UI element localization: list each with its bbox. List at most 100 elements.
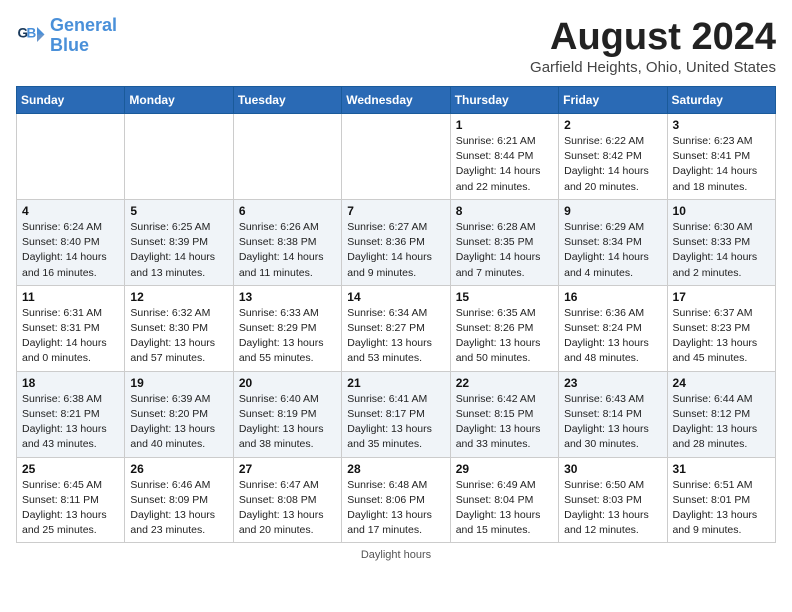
day-number: 28: [347, 462, 444, 476]
calendar-week-row: 1 Sunrise: 6:21 AMSunset: 8:44 PMDaylight…: [17, 114, 776, 200]
calendar-cell: 29 Sunrise: 6:49 AMSunset: 8:04 PMDayligh…: [450, 457, 558, 543]
calendar-cell: [17, 114, 125, 200]
day-number: 31: [673, 462, 770, 476]
day-number: 6: [239, 204, 336, 218]
calendar-cell: 17 Sunrise: 6:37 AMSunset: 8:23 PMDayligh…: [667, 285, 775, 371]
day-info: Sunrise: 6:46 AMSunset: 8:09 PMDaylight:…: [130, 478, 227, 539]
calendar-cell: 13 Sunrise: 6:33 AMSunset: 8:29 PMDayligh…: [233, 285, 341, 371]
day-info: Sunrise: 6:34 AMSunset: 8:27 PMDaylight:…: [347, 306, 444, 367]
calendar-week-row: 25Sunrise: 6:45 AMSunset: 8:11 PMDayligh…: [17, 457, 776, 543]
calendar-cell: 6 Sunrise: 6:26 AMSunset: 8:38 PMDaylight…: [233, 199, 341, 285]
calendar-table: SundayMondayTuesdayWednesdayThursdayFrid…: [16, 86, 776, 543]
calendar-cell: 27Sunrise: 6:47 AMSunset: 8:08 PMDayligh…: [233, 457, 341, 543]
title-area: August 2024 Garfield Heights, Ohio, Unit…: [530, 16, 776, 76]
calendar-cell: 8 Sunrise: 6:28 AMSunset: 8:35 PMDaylight…: [450, 199, 558, 285]
calendar-cell: 28 Sunrise: 6:48 AMSunset: 8:06 PMDayligh…: [342, 457, 450, 543]
day-number: 2: [564, 118, 661, 132]
day-number: 27: [239, 462, 336, 476]
day-number: 10: [673, 204, 770, 218]
weekday-header: Sunday: [17, 87, 125, 114]
page-header: G B General Blue August 2024 Garfield He…: [16, 16, 776, 76]
day-info: Sunrise: 6:43 AMSunset: 8:14 PMDaylight:…: [564, 392, 661, 453]
logo-text: General Blue: [50, 16, 117, 56]
day-number: 12: [130, 290, 227, 304]
day-number: 5: [130, 204, 227, 218]
weekday-header-row: SundayMondayTuesdayWednesdayThursdayFrid…: [17, 87, 776, 114]
calendar-cell: 1 Sunrise: 6:21 AMSunset: 8:44 PMDaylight…: [450, 114, 558, 200]
day-info: Sunrise: 6:50 AMSunset: 8:03 PMDaylight:…: [564, 478, 661, 539]
calendar-cell: 31 Sunrise: 6:51 AMSunset: 8:01 PMDayligh…: [667, 457, 775, 543]
day-number: 13: [239, 290, 336, 304]
day-number: 8: [456, 204, 553, 218]
day-number: 17: [673, 290, 770, 304]
calendar-cell: 14 Sunrise: 6:34 AMSunset: 8:27 PMDayligh…: [342, 285, 450, 371]
day-number: 23: [564, 376, 661, 390]
day-info: Sunrise: 6:48 AMSunset: 8:06 PMDaylight:…: [347, 478, 444, 539]
day-info: Sunrise: 6:33 AMSunset: 8:29 PMDaylight:…: [239, 306, 336, 367]
day-info: Sunrise: 6:44 AMSunset: 8:12 PMDaylight:…: [673, 392, 770, 453]
logo-icon: G B: [16, 21, 46, 51]
weekday-header: Tuesday: [233, 87, 341, 114]
weekday-header: Thursday: [450, 87, 558, 114]
day-number: 26: [130, 462, 227, 476]
calendar-cell: 5 Sunrise: 6:25 AMSunset: 8:39 PMDaylight…: [125, 199, 233, 285]
calendar-cell: 25Sunrise: 6:45 AMSunset: 8:11 PMDayligh…: [17, 457, 125, 543]
calendar-cell: 26 Sunrise: 6:46 AMSunset: 8:09 PMDayligh…: [125, 457, 233, 543]
day-info: Sunrise: 6:32 AMSunset: 8:30 PMDaylight:…: [130, 306, 227, 367]
day-info: Sunrise: 6:23 AMSunset: 8:41 PMDaylight:…: [673, 134, 770, 195]
calendar-cell: 15Sunrise: 6:35 AMSunset: 8:26 PMDayligh…: [450, 285, 558, 371]
day-info: Sunrise: 6:24 AMSunset: 8:40 PMDaylight:…: [22, 220, 119, 281]
day-number: 4: [22, 204, 119, 218]
logo: G B General Blue: [16, 16, 117, 56]
day-number: 9: [564, 204, 661, 218]
day-info: Sunrise: 6:29 AMSunset: 8:34 PMDaylight:…: [564, 220, 661, 281]
logo-line1: General: [50, 15, 117, 35]
calendar-cell: 22 Sunrise: 6:42 AMSunset: 8:15 PMDayligh…: [450, 371, 558, 457]
calendar-subtitle: Garfield Heights, Ohio, United States: [530, 59, 776, 76]
calendar-cell: [125, 114, 233, 200]
calendar-cell: 23 Sunrise: 6:43 AMSunset: 8:14 PMDayligh…: [559, 371, 667, 457]
calendar-cell: 30Sunrise: 6:50 AMSunset: 8:03 PMDayligh…: [559, 457, 667, 543]
calendar-week-row: 18Sunrise: 6:38 AMSunset: 8:21 PMDayligh…: [17, 371, 776, 457]
day-info: Sunrise: 6:25 AMSunset: 8:39 PMDaylight:…: [130, 220, 227, 281]
footer-note: Daylight hours: [16, 549, 776, 561]
day-number: 24: [673, 376, 770, 390]
day-info: Sunrise: 6:30 AMSunset: 8:33 PMDaylight:…: [673, 220, 770, 281]
day-info: Sunrise: 6:39 AMSunset: 8:20 PMDaylight:…: [130, 392, 227, 453]
weekday-header: Saturday: [667, 87, 775, 114]
day-info: Sunrise: 6:21 AMSunset: 8:44 PMDaylight:…: [456, 134, 553, 195]
day-number: 1: [456, 118, 553, 132]
day-number: 29: [456, 462, 553, 476]
day-number: 7: [347, 204, 444, 218]
day-number: 21: [347, 376, 444, 390]
calendar-cell: 10 Sunrise: 6:30 AMSunset: 8:33 PMDayligh…: [667, 199, 775, 285]
day-number: 19: [130, 376, 227, 390]
calendar-cell: 20Sunrise: 6:40 AMSunset: 8:19 PMDayligh…: [233, 371, 341, 457]
calendar-cell: 12 Sunrise: 6:32 AMSunset: 8:30 PMDayligh…: [125, 285, 233, 371]
day-number: 3: [673, 118, 770, 132]
day-info: Sunrise: 6:51 AMSunset: 8:01 PMDaylight:…: [673, 478, 770, 539]
calendar-cell: 9 Sunrise: 6:29 AMSunset: 8:34 PMDaylight…: [559, 199, 667, 285]
calendar-cell: [233, 114, 341, 200]
calendar-cell: 21Sunrise: 6:41 AMSunset: 8:17 PMDayligh…: [342, 371, 450, 457]
day-info: Sunrise: 6:42 AMSunset: 8:15 PMDaylight:…: [456, 392, 553, 453]
day-info: Sunrise: 6:36 AMSunset: 8:24 PMDaylight:…: [564, 306, 661, 367]
day-number: 18: [22, 376, 119, 390]
day-info: Sunrise: 6:28 AMSunset: 8:35 PMDaylight:…: [456, 220, 553, 281]
day-number: 22: [456, 376, 553, 390]
calendar-cell: 24 Sunrise: 6:44 AMSunset: 8:12 PMDayligh…: [667, 371, 775, 457]
day-info: Sunrise: 6:31 AMSunset: 8:31 PMDaylight:…: [22, 306, 119, 367]
weekday-header: Monday: [125, 87, 233, 114]
day-number: 14: [347, 290, 444, 304]
day-info: Sunrise: 6:37 AMSunset: 8:23 PMDaylight:…: [673, 306, 770, 367]
day-info: Sunrise: 6:49 AMSunset: 8:04 PMDaylight:…: [456, 478, 553, 539]
weekday-header: Friday: [559, 87, 667, 114]
calendar-week-row: 11Sunrise: 6:31 AMSunset: 8:31 PMDayligh…: [17, 285, 776, 371]
day-info: Sunrise: 6:22 AMSunset: 8:42 PMDaylight:…: [564, 134, 661, 195]
day-info: Sunrise: 6:27 AMSunset: 8:36 PMDaylight:…: [347, 220, 444, 281]
day-info: Sunrise: 6:26 AMSunset: 8:38 PMDaylight:…: [239, 220, 336, 281]
calendar-cell: 3 Sunrise: 6:23 AMSunset: 8:41 PMDaylight…: [667, 114, 775, 200]
day-number: 20: [239, 376, 336, 390]
logo-line2: Blue: [50, 35, 89, 55]
day-number: 25: [22, 462, 119, 476]
